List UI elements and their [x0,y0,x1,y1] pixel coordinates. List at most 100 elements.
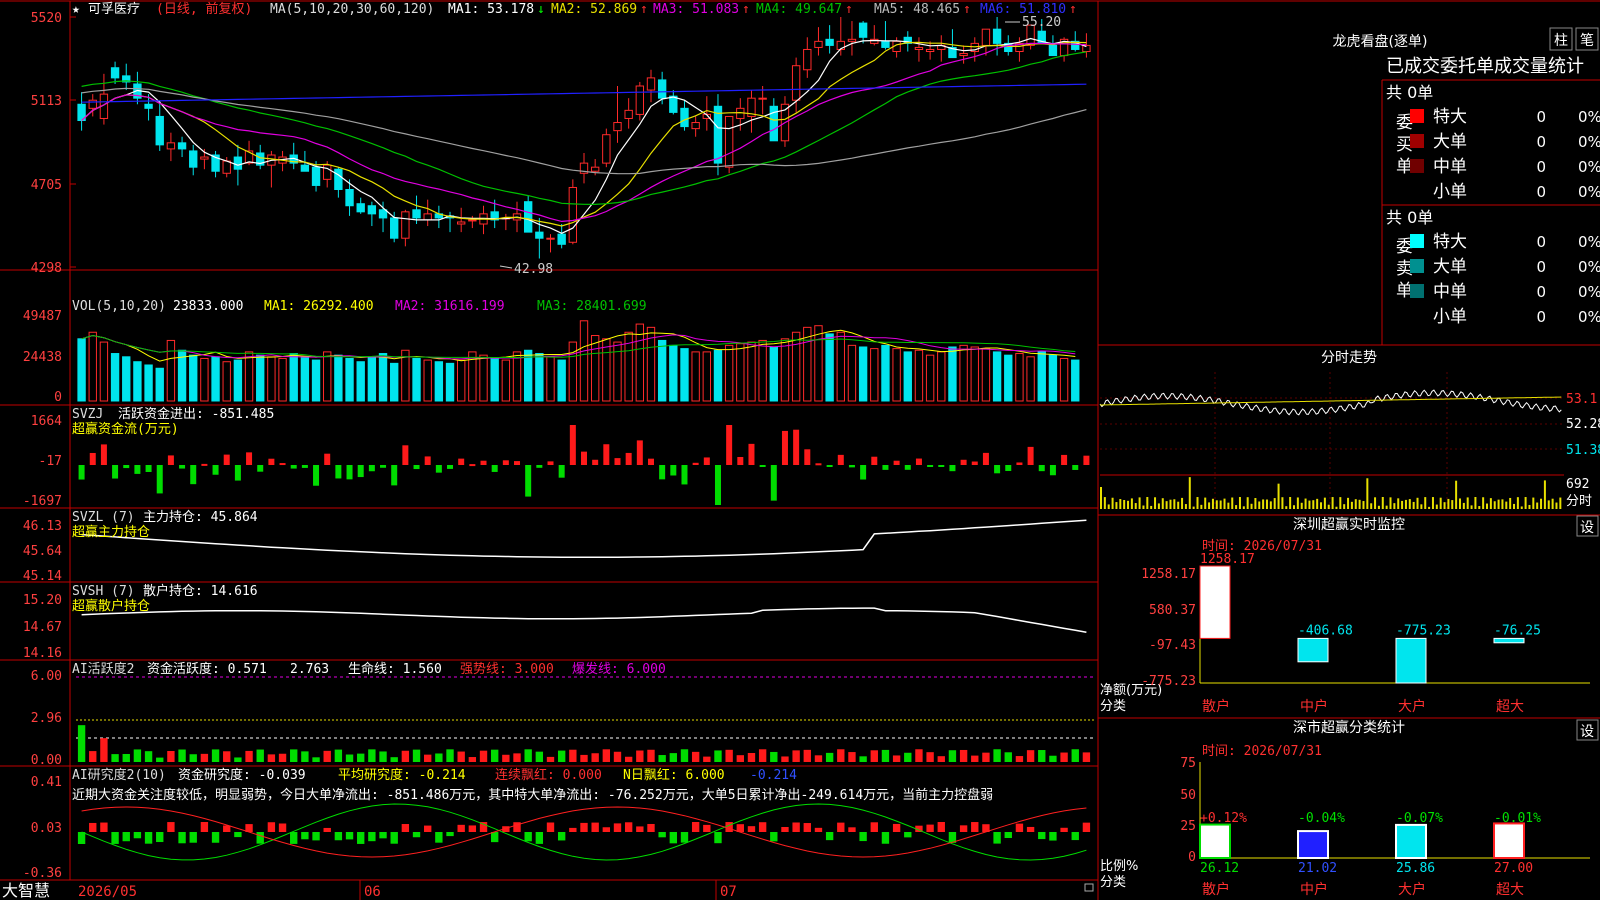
fenshi-vol-bar [1177,501,1180,509]
volume-bar [825,333,834,402]
price-axis-label: 5520 [31,11,62,26]
fenshi-vol-bar [1219,500,1222,509]
monitor-axis-label: 580.37 [1149,603,1196,618]
svzj-bar [391,465,398,486]
period-label[interactable]: (日线, 前复权) [156,1,252,17]
ai1-bar [357,753,365,762]
order-count: 0 [1536,133,1546,151]
svzj-bar [581,451,587,465]
ai1-title: AI活跃度2 [72,661,134,677]
ai2-bar [189,832,197,843]
classify-settings-label[interactable]: 设 [1580,724,1594,740]
ai2-bar [792,822,800,832]
ai1-bar [435,753,443,762]
ai2-bar [167,822,175,832]
ai1-bar [323,750,331,762]
monitor-title: 深圳超赢实时监控 [1293,516,1405,533]
svzj-bar [536,465,543,468]
svzj-bar [904,465,911,470]
ai2-bar [211,832,220,843]
ai1-bar [189,754,197,762]
monitor-bar-label: 1258.17 [1200,552,1255,567]
ai1-bar [301,751,309,762]
ai1-bar [691,751,700,762]
fenshi-vol-bar [1339,497,1342,509]
vol-ma3: MA3: 28401.699 [537,299,647,314]
svzj-bar [357,465,364,478]
ma3-arrow: ↑ [742,2,750,17]
svzj-bar [793,429,800,465]
ai2-bar [714,832,722,844]
volume-bar [390,362,399,402]
candle-body [624,109,633,119]
svzj-bar [246,452,253,465]
svzj-bar [759,465,766,467]
fenshi-vol-bar [1111,497,1114,509]
ai1-bar [111,754,119,762]
volume-bar [803,326,812,402]
lock-icon[interactable] [1084,883,1094,892]
classify-bar [1493,822,1525,860]
svzl-line [81,519,1087,559]
svzj-bar [770,465,777,501]
classify-bar [1297,830,1329,860]
ai2-nday: N日飘红: 6.000 [623,767,725,783]
svzj-bar [938,465,945,467]
chart-canvas[interactable]: 1258.17 散户 -406.68 中户 -775.23 大户 -76.25 超大 +0.1… [0,0,1600,900]
ai2-bar [825,832,834,841]
date-tick: 2026/05 [78,884,137,900]
fenshi-vol-bar [1281,497,1284,509]
tab-zhu-label[interactable]: 柱 [1554,33,1568,49]
ai1-bar [859,756,867,762]
svzj-bar [1038,465,1045,472]
monitor-category: 超大 [1496,699,1524,715]
ai2-bar [1038,832,1046,840]
volume-bar [490,357,499,402]
ai2-bar [926,824,934,832]
ai2-bar [557,832,566,841]
fenshi-vol-bar [1320,502,1323,509]
ai2-bar [1060,827,1068,832]
dragon-tabs-text[interactable]: 已成交委托单成交量统计 [1386,56,1584,77]
tab-bi-label[interactable]: 笔 [1580,33,1594,49]
svzj-bar [402,445,409,465]
ai2-axis-label: 0.03 [31,821,62,836]
fenshi-vol-bar [1154,497,1157,509]
fenshi-vol-bar [1555,502,1558,509]
vol-axis-label: 0 [54,390,62,405]
svzj-bar [458,458,465,465]
candle-body [155,115,164,146]
monitor-settings-label[interactable]: 设 [1580,520,1594,536]
fenshi-vol-bar [1393,503,1396,509]
ma1-arrow: ↓ [537,2,545,17]
fenshi-vol-bar [1489,498,1492,509]
svzj-bar [1016,462,1023,465]
volume-bar [535,353,544,402]
ai2-bar [781,826,789,832]
order-count: 0 [1536,158,1546,176]
svzj-bar [614,458,621,465]
brand-logo[interactable]: 大智慧 [2,881,50,900]
fenshi-vol-bar [1308,500,1311,509]
candle-body [590,166,600,172]
svzj-bar [1005,465,1012,471]
ai1-bar [412,749,421,762]
vol-axis-label: 24438 [23,350,62,365]
classify-unit: 比例% [1100,859,1138,874]
volume-bar [635,323,645,402]
ai1-bar [546,756,555,762]
order-pct: 0% [1578,283,1600,301]
buy-total: 共 0单 [1386,83,1433,102]
svzj-bar [112,465,119,479]
star-icon[interactable]: ★ [72,2,80,17]
volume-bar [1071,359,1080,402]
candle-body [166,142,176,150]
order-count: 0 [1536,108,1546,126]
fenshi-axis-label: 53.1 [1566,392,1597,407]
vol-ma1: MA1: 26292.400 [264,299,374,314]
volume-bar [736,343,745,402]
fenshi-vol-bar [1331,497,1334,509]
volume-bar [356,361,365,402]
ai1-bar [234,757,242,762]
svzj-bar [424,456,431,465]
